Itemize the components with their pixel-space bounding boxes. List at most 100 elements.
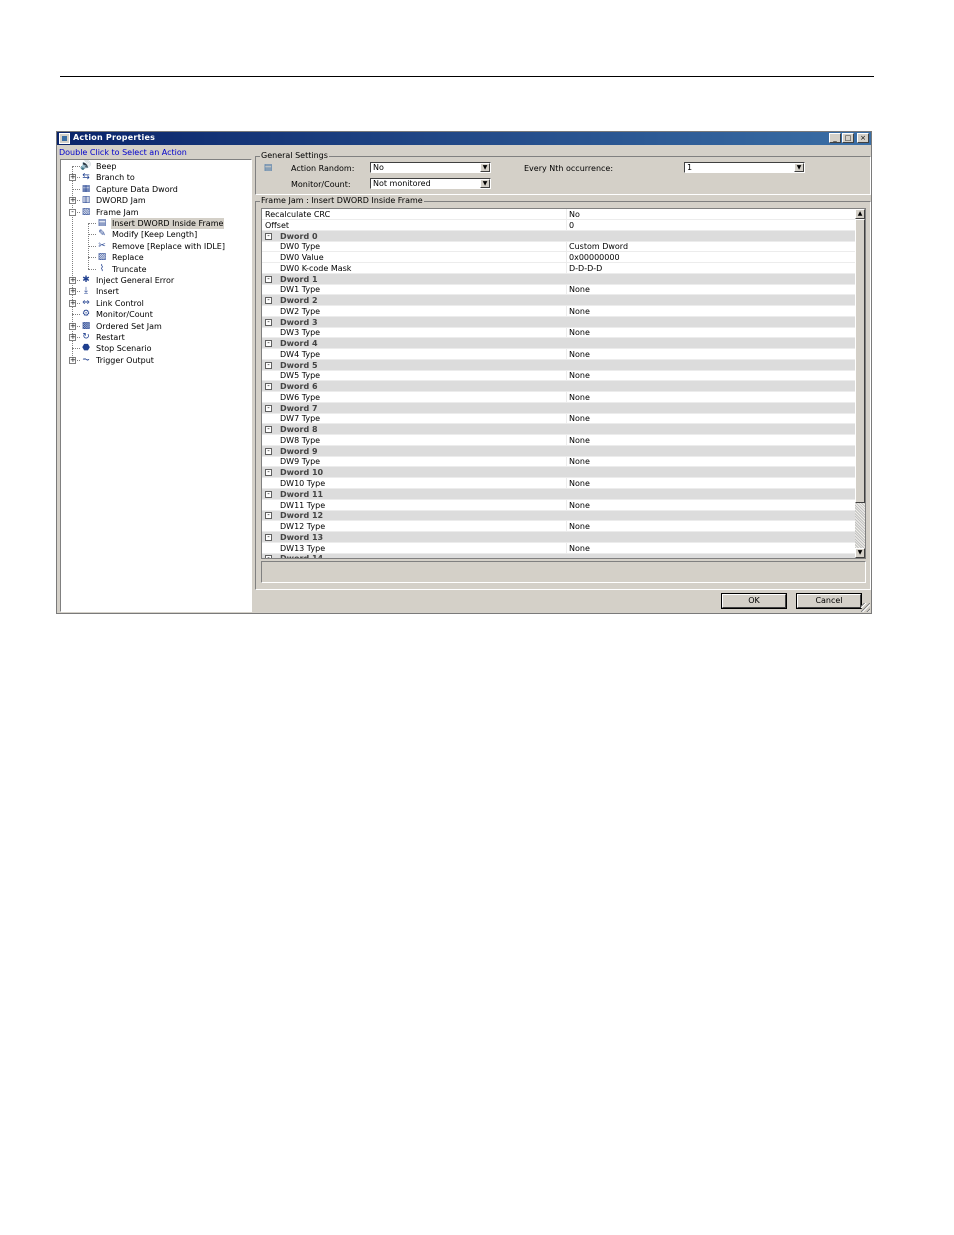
category-row[interactable]: - Dword 12 [262,510,855,522]
property-row[interactable]: DW2 Type None [262,305,855,317]
category-row[interactable]: - Dword 10 [262,467,855,479]
tree-item[interactable]: + ⤓ Insert [61,286,249,297]
collapse-icon[interactable]: - [265,404,272,412]
collapse-icon[interactable]: - [265,426,272,434]
category-row[interactable]: - Dword 13 [262,531,855,543]
action-random-select[interactable]: No ▼ [370,162,491,173]
category-row[interactable]: - Dword 2 [262,295,855,307]
scroll-thumb[interactable] [855,219,865,503]
expand-icon[interactable]: + [69,197,76,205]
property-row[interactable]: DW8 Type None [262,434,855,446]
property-row[interactable]: DW11 Type None [262,499,855,511]
tree-item[interactable]: ✂ Remove [Replace with IDLE] [61,241,249,252]
property-row[interactable]: DW0 Type Custom Dword [262,241,855,253]
category-row[interactable]: - Dword 14 [262,553,855,558]
category-row[interactable]: - Dword 3 [262,316,855,328]
property-row[interactable]: Offset 0 [262,219,855,231]
property-value[interactable]: None [569,456,590,467]
collapse-icon[interactable]: - [265,275,272,283]
collapse-icon[interactable]: - [265,340,272,348]
category-row[interactable]: - Dword 9 [262,445,855,457]
tree-item[interactable]: + ▩ Ordered Set Jam [61,321,249,332]
tree-item[interactable]: 🔊 Beep [61,161,249,172]
chevron-down-icon[interactable]: ▼ [794,163,804,172]
property-row[interactable]: DW1 Type None [262,284,855,296]
close-button[interactable]: × [857,133,869,143]
property-value[interactable]: None [569,284,590,295]
property-row[interactable]: Recalculate CRC No [262,209,855,220]
tree-item[interactable]: ▤ Insert DWORD Inside Frame [61,218,249,229]
collapse-icon[interactable]: - [265,512,272,520]
expand-icon[interactable]: + [69,174,76,182]
expand-icon[interactable]: + [69,334,76,341]
category-row[interactable]: - Dword 7 [262,402,855,414]
collapse-icon[interactable]: - [265,361,272,369]
tree-item[interactable]: - ▧ Frame Jam [61,207,249,218]
category-row[interactable]: - Dword 5 [262,359,855,371]
category-row[interactable]: - Dword 0 [262,230,855,242]
property-grid[interactable]: - Dword 14 DW13 Type None - Dword 13 DW12 Type… [261,208,866,559]
property-value[interactable]: None [569,478,590,489]
property-value[interactable]: None [569,349,590,360]
scroll-track[interactable] [855,503,865,548]
expand-icon[interactable]: + [69,277,76,284]
tree-item[interactable]: ▨ Replace [61,252,249,263]
property-value[interactable]: 0x00000000 [569,252,620,263]
property-value[interactable]: None [569,413,590,424]
property-value[interactable]: Custom Dword [569,241,628,252]
tree-item[interactable]: + ⇆ Branch to [61,172,249,183]
property-value[interactable]: No [569,209,580,220]
collapse-icon[interactable]: - [265,555,272,558]
expand-icon[interactable]: + [69,356,76,364]
property-row[interactable]: DW0 Value 0x00000000 [262,252,855,264]
collapse-icon[interactable]: - [265,447,272,455]
property-value[interactable]: None [569,543,590,554]
property-row[interactable]: DW0 K-code Mask D-D-D-D [262,262,855,274]
collapse-icon[interactable]: - [265,533,272,541]
tree-item[interactable]: + ✱ Inject General Error [61,275,249,286]
chevron-down-icon[interactable]: ▼ [480,163,490,172]
tree-item[interactable]: ✎ Modify [Keep Length] [61,229,249,240]
scroll-down-icon[interactable]: ▼ [855,548,865,558]
tree-item[interactable]: + ⇔ Link Control [61,298,249,309]
property-row[interactable]: DW4 Type None [262,348,855,360]
property-value[interactable]: 0 [569,220,574,231]
category-row[interactable]: - Dword 6 [262,381,855,393]
action-tree[interactable]: 🔊 Beep + ⇆ Branch to ▦ Capture Data Dword + ▥ DWO… [60,159,252,612]
tree-item[interactable]: + ▥ DWORD Jam [61,195,249,206]
maximize-button[interactable]: □ [842,133,854,143]
property-value[interactable]: None [569,392,590,403]
collapse-icon[interactable]: - [265,232,272,240]
property-value[interactable]: None [569,521,590,532]
property-value[interactable]: D-D-D-D [569,263,602,274]
tree-item[interactable]: + ↻ Restart [61,332,249,343]
property-row[interactable]: DW9 Type None [262,456,855,468]
category-row[interactable]: - Dword 4 [262,338,855,350]
ok-button[interactable]: OK [721,593,787,609]
category-row[interactable]: - Dword 8 [262,424,855,436]
collapse-icon[interactable]: - [69,208,76,216]
collapse-icon[interactable]: - [265,490,272,498]
tree-item[interactable]: ⌇ Truncate [61,264,249,275]
cancel-button[interactable]: Cancel [796,593,862,609]
property-row[interactable]: DW13 Type None [262,542,855,554]
property-row[interactable]: DW7 Type None [262,413,855,425]
property-row[interactable]: DW10 Type None [262,478,855,489]
property-value[interactable]: None [569,435,590,446]
expand-icon[interactable]: + [69,299,76,307]
property-value[interactable]: None [569,327,590,338]
collapse-icon[interactable]: - [265,469,272,477]
property-row[interactable]: DW12 Type None [262,521,855,533]
property-value[interactable]: None [569,500,590,511]
property-row[interactable]: DW5 Type None [262,370,855,382]
tree-item[interactable]: ⬣ Stop Scenario [61,343,249,354]
resize-grip[interactable] [861,603,870,612]
category-row[interactable]: - Dword 11 [262,488,855,500]
minimize-button[interactable]: _ [829,133,841,143]
tree-item[interactable]: + ⏦ Trigger Output [61,355,249,366]
chevron-down-icon[interactable]: ▼ [480,179,490,188]
monitor-count-select[interactable]: Not monitored ▼ [370,178,491,189]
property-value[interactable]: None [569,370,590,381]
collapse-icon[interactable]: - [265,318,272,326]
vertical-scrollbar[interactable]: ▲ ▼ [855,209,865,558]
